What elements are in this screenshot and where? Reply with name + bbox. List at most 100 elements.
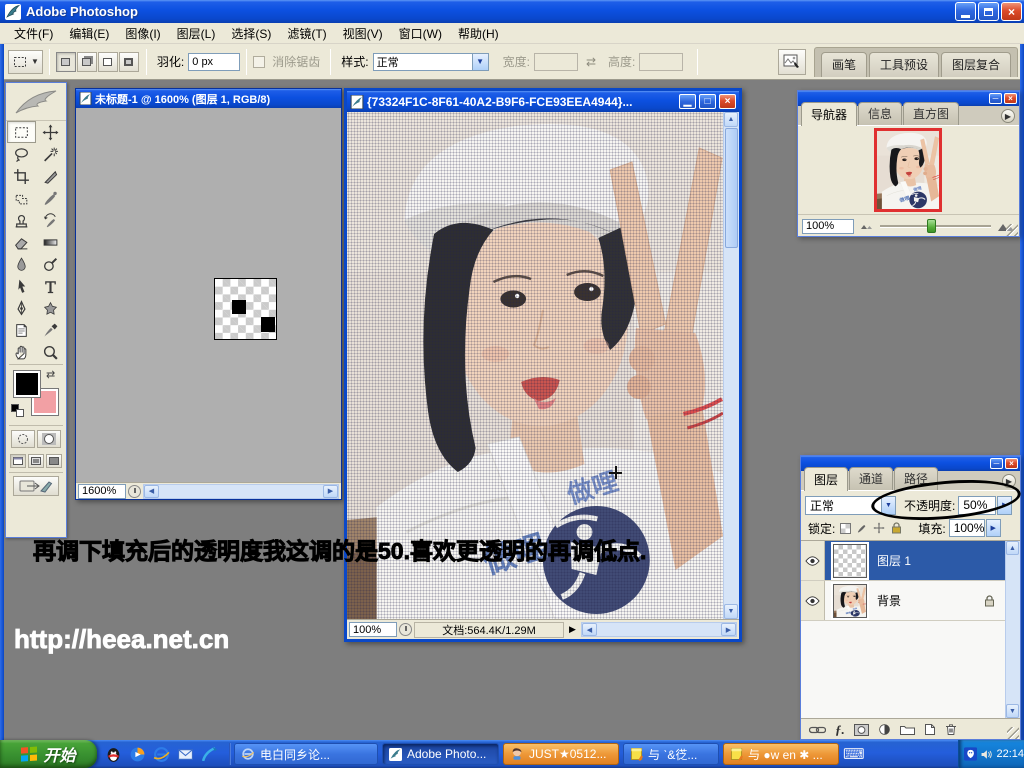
height-input[interactable] [639,53,683,71]
tab-paths[interactable]: 路径 [894,467,938,490]
background-name[interactable]: 背景 [877,592,901,609]
navigator-zoom-slider[interactable] [880,225,991,228]
selection-mode-intersect[interactable] [119,52,139,72]
tray-clock[interactable]: 22:14 [996,748,1024,760]
standard-screen-button[interactable] [10,454,26,468]
language-keyboard-icon[interactable]: ⌨ [843,745,865,763]
tool-brush[interactable] [36,187,65,209]
layer1-name[interactable]: 图层 1 [877,552,911,569]
taskbar-button-photoshop[interactable]: Adobe Photo... [382,743,499,765]
feather-input[interactable]: 0 px [188,53,240,71]
palette-tab-layer-comps[interactable]: 图层复合 [941,52,1011,77]
adjustment-layer-icon[interactable] [878,723,891,736]
standard-mode-button[interactable] [11,430,35,448]
tool-history-brush[interactable] [36,209,65,231]
quicklaunch-qq-icon[interactable] [105,746,122,763]
doc2-maximize-button[interactable]: □ [699,94,716,109]
new-layer-icon[interactable] [924,723,936,736]
delete-layer-icon[interactable] [945,723,957,736]
doc1-status-icon[interactable] [128,485,141,498]
palette-tab-tool-presets[interactable]: 工具预设 [869,52,939,77]
doc2-close-button[interactable]: × [719,94,736,109]
blend-mode-arrow-icon[interactable]: ▼ [881,496,896,515]
app-titlebar[interactable]: Adobe Photoshop × [0,0,1024,23]
navigator-zoom-field[interactable]: 100% [802,219,854,234]
tool-hand[interactable] [7,341,36,363]
tab-layers[interactable]: 图层 [804,467,848,491]
close-button[interactable]: × [1001,2,1022,21]
toolbox-palette[interactable]: ⇄ [5,82,67,538]
tool-clone-stamp[interactable] [7,209,36,231]
doc1-titlebar[interactable]: 未标题-1 @ 1600% (图层 1, RGB/8) [76,89,341,108]
doc1-zoom-field[interactable]: 1600% [78,484,126,499]
tool-move[interactable] [36,121,65,143]
style-select-arrow[interactable]: ▼ [473,53,489,71]
doc1-scroll-right-icon[interactable]: ▶ [323,485,338,498]
layers-palette[interactable]: ─ × 图层 通道 路径 ▶ 正常 ▼ 不透明度: 50% ▶ 锁定: 填充: [800,455,1021,740]
layers-close-button[interactable]: × [1005,458,1018,469]
tool-healing-patch[interactable] [7,187,36,209]
tab-channels[interactable]: 通道 [849,467,893,490]
navigator-menu-icon[interactable]: ▶ [1001,109,1015,123]
doc1-canvas[interactable] [76,108,341,482]
foreground-color-swatch[interactable] [14,371,40,397]
selection-mode-add[interactable] [77,52,97,72]
minimize-button[interactable] [955,2,976,21]
doc2-horizontal-scrollbar[interactable]: ◀ ▶ [581,622,737,637]
doc1-horizontal-scrollbar[interactable]: ◀ ▶ [143,484,339,499]
tool-dodge[interactable] [36,253,65,275]
tool-zoom[interactable] [36,341,65,363]
layer1-visibility-toggle[interactable] [801,541,825,580]
doc2-scroll-up-icon[interactable]: ▲ [724,112,738,127]
palette-tab-brushes[interactable]: 画笔 [821,52,867,77]
doc2-status-icon[interactable] [399,623,412,636]
menu-view[interactable]: 视图(V) [335,22,391,45]
tool-rectangular-marquee[interactable] [7,121,36,143]
menu-layer[interactable]: 图层(L) [169,22,224,45]
taskbar-button-forum[interactable]: 电白同乡论... [234,743,378,765]
add-mask-icon[interactable] [854,724,869,736]
opacity-slider-arrow-icon[interactable]: ▶ [997,496,1012,515]
fullscreen-button[interactable] [46,454,62,468]
menu-select[interactable]: 选择(S) [223,22,279,45]
doc2-titlebar[interactable]: {73324F1C-8F61-40A2-B9F6-FCE93EEA4944}..… [347,91,739,112]
opacity-field[interactable]: 50% [958,496,996,515]
tool-magic-wand[interactable] [36,143,65,165]
tool-eraser[interactable] [7,231,36,253]
menu-file[interactable]: 文件(F) [6,22,61,45]
swap-colors-icon[interactable]: ⇄ [46,368,55,381]
layers-scroll-down-icon[interactable]: ▼ [1006,704,1019,718]
tool-gradient[interactable] [36,231,65,253]
tool-custom-shape[interactable] [36,297,65,319]
doc1-scroll-left-icon[interactable]: ◀ [144,485,159,498]
quicklaunch-media-player-icon[interactable] [129,746,146,763]
layer-row-layer1[interactable]: 图层 1 [801,541,1005,581]
tab-histogram[interactable]: 直方图 [903,102,959,125]
fill-slider-arrow-icon[interactable]: ▶ [986,519,1001,537]
layer-row-background[interactable]: 背景 [801,581,1005,621]
doc2-scroll-down-icon[interactable]: ▼ [724,604,738,619]
background-visibility-toggle[interactable] [801,581,825,620]
default-colors-icon[interactable] [11,404,25,418]
doc1-image-checkerboard[interactable] [214,278,277,340]
layers-resize-grip[interactable] [1007,727,1019,739]
lock-pixels-icon[interactable] [855,521,869,535]
doc2-status-menu-arrow-icon[interactable]: ▶ [569,624,576,635]
tool-slice[interactable] [36,165,65,187]
tab-navigator[interactable]: 导航器 [801,102,857,126]
zoom-out-icon[interactable] [860,222,874,230]
layers-scrollbar[interactable]: ▲ ▼ [1005,541,1020,718]
antialias-checkbox[interactable] [253,56,265,68]
width-input[interactable] [534,53,578,71]
doc2-vscroll-thumb[interactable] [725,128,738,248]
new-group-icon[interactable] [900,724,915,735]
fill-field[interactable]: 100% [949,519,985,537]
tool-crop[interactable] [7,165,36,187]
file-browser-button[interactable] [778,49,806,75]
tool-type[interactable] [36,275,65,297]
blend-mode-select[interactable]: 正常 ▼ [805,496,896,515]
background-thumbnail[interactable] [833,584,867,618]
document-window-untitled[interactable]: 未标题-1 @ 1600% (图层 1, RGB/8) 1600% ◀ ▶ [75,88,342,500]
menu-help[interactable]: 帮助(H) [450,22,507,45]
fullscreen-menubar-button[interactable] [28,454,44,468]
